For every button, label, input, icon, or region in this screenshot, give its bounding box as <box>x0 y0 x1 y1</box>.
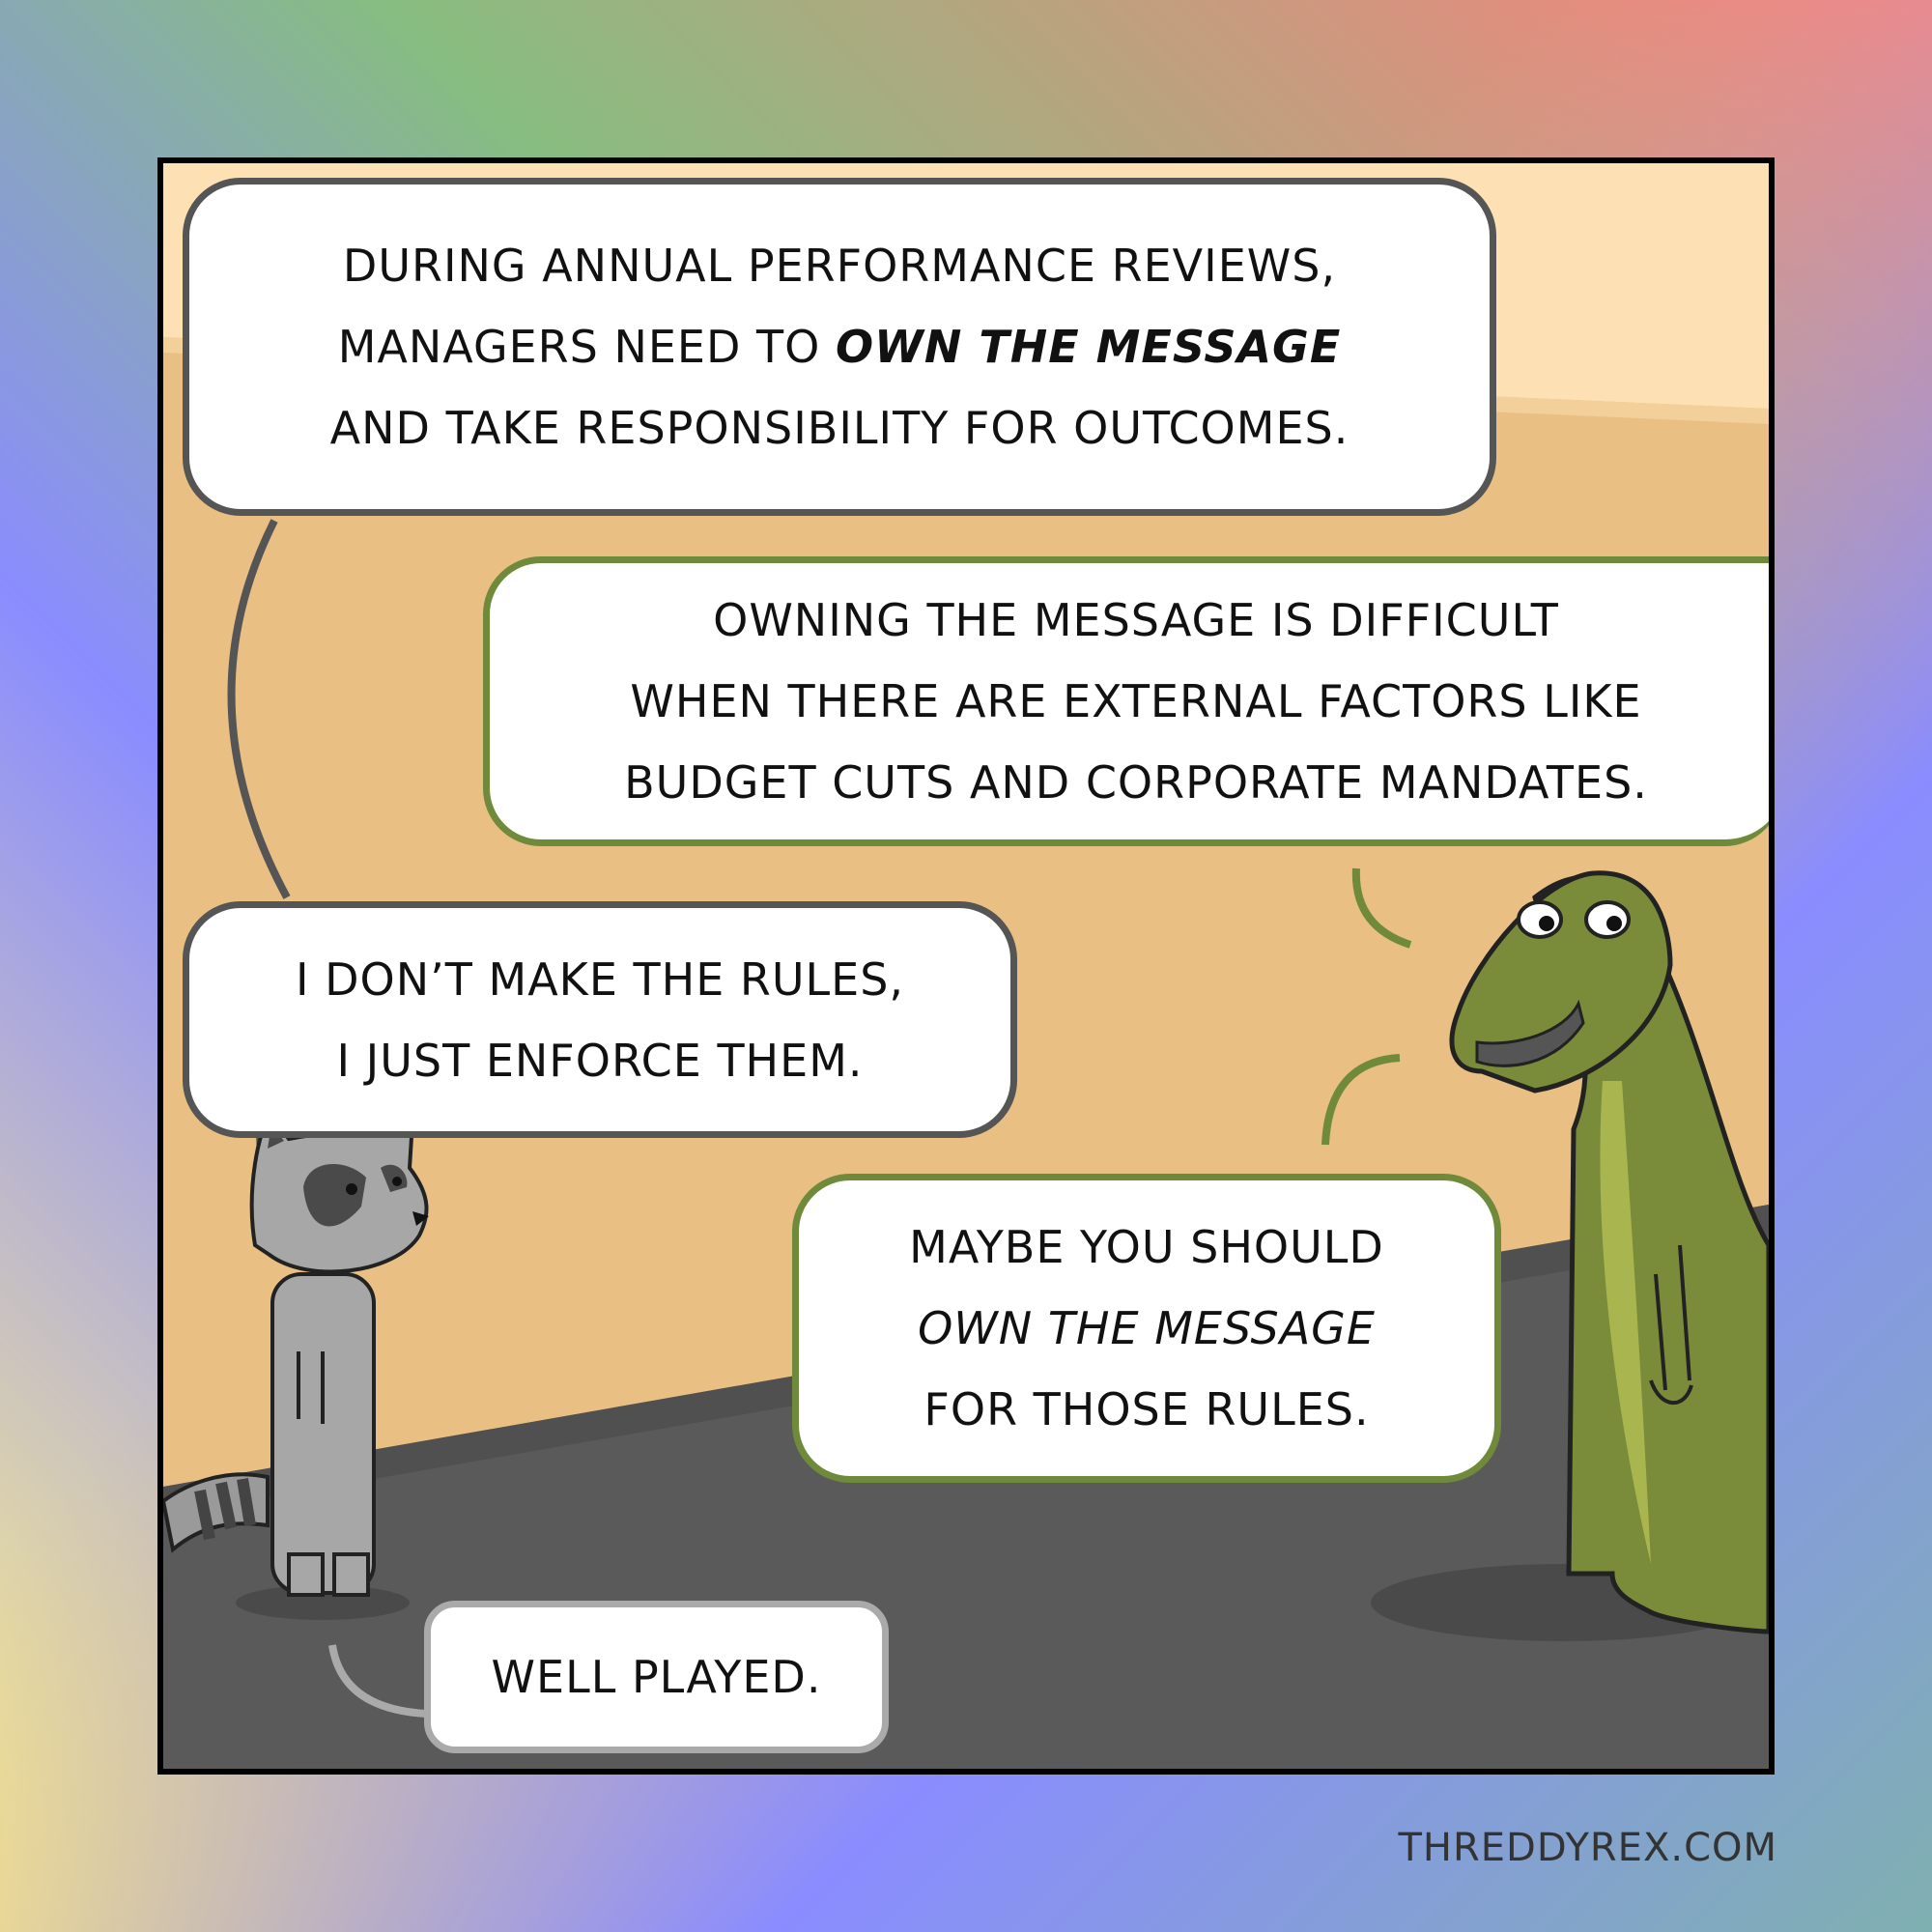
bubble-text: OWNING THE MESSAGE IS DIFFICULT <box>713 594 1559 646</box>
bubble-text: AND TAKE RESPONSIBILITY FOR OUTCOMES. <box>329 402 1350 454</box>
bubble-text: I JUST ENFORCE THEM. <box>336 1034 864 1087</box>
bubble-text-emphasis: OWN THE MESSAGE <box>835 321 1342 373</box>
bubble-text: WHEN THERE ARE EXTERNAL FACTORS LIKE <box>630 675 1642 727</box>
site-credit: THREDDYREX.COM <box>1398 1826 1777 1870</box>
bubble-text: I DON’T MAKE THE RULES, <box>295 952 905 1006</box>
bubble-text: MANAGERS NEED TO OWN THE MESSAGE <box>338 306 1342 387</box>
speech-bubble-raccoon: I DON’T MAKE THE RULES, I JUST ENFORCE T… <box>183 901 1017 1138</box>
speech-bubble-manager: DURING ANNUAL PERFORMANCE REVIEWS, MANAG… <box>183 178 1496 516</box>
bubble-text: FOR THOSE RULES. <box>923 1383 1370 1435</box>
speech-bubble-dino: OWNING THE MESSAGE IS DIFFICULT WHEN THE… <box>483 556 1769 846</box>
bubble-text-italic: OWN THE MESSAGE <box>918 1302 1376 1354</box>
bubble-text: DURING ANNUAL PERFORMANCE REVIEWS, <box>342 240 1337 292</box>
bubble-text: WELL PLAYED. <box>491 1651 822 1703</box>
speech-bubble-dino-2: MAYBE YOU SHOULD OWN THE MESSAGE FOR THO… <box>792 1174 1501 1483</box>
comic-panel: DURING ANNUAL PERFORMANCE REVIEWS, MANAG… <box>157 157 1775 1775</box>
bubble-text: MAYBE YOU SHOULD <box>909 1221 1384 1273</box>
bubble-text-plain: MANAGERS NEED TO <box>337 321 836 373</box>
speech-bubble-raccoon-2: WELL PLAYED. <box>424 1601 889 1753</box>
bubble-text: BUDGET CUTS AND CORPORATE MANDATES. <box>624 756 1648 809</box>
